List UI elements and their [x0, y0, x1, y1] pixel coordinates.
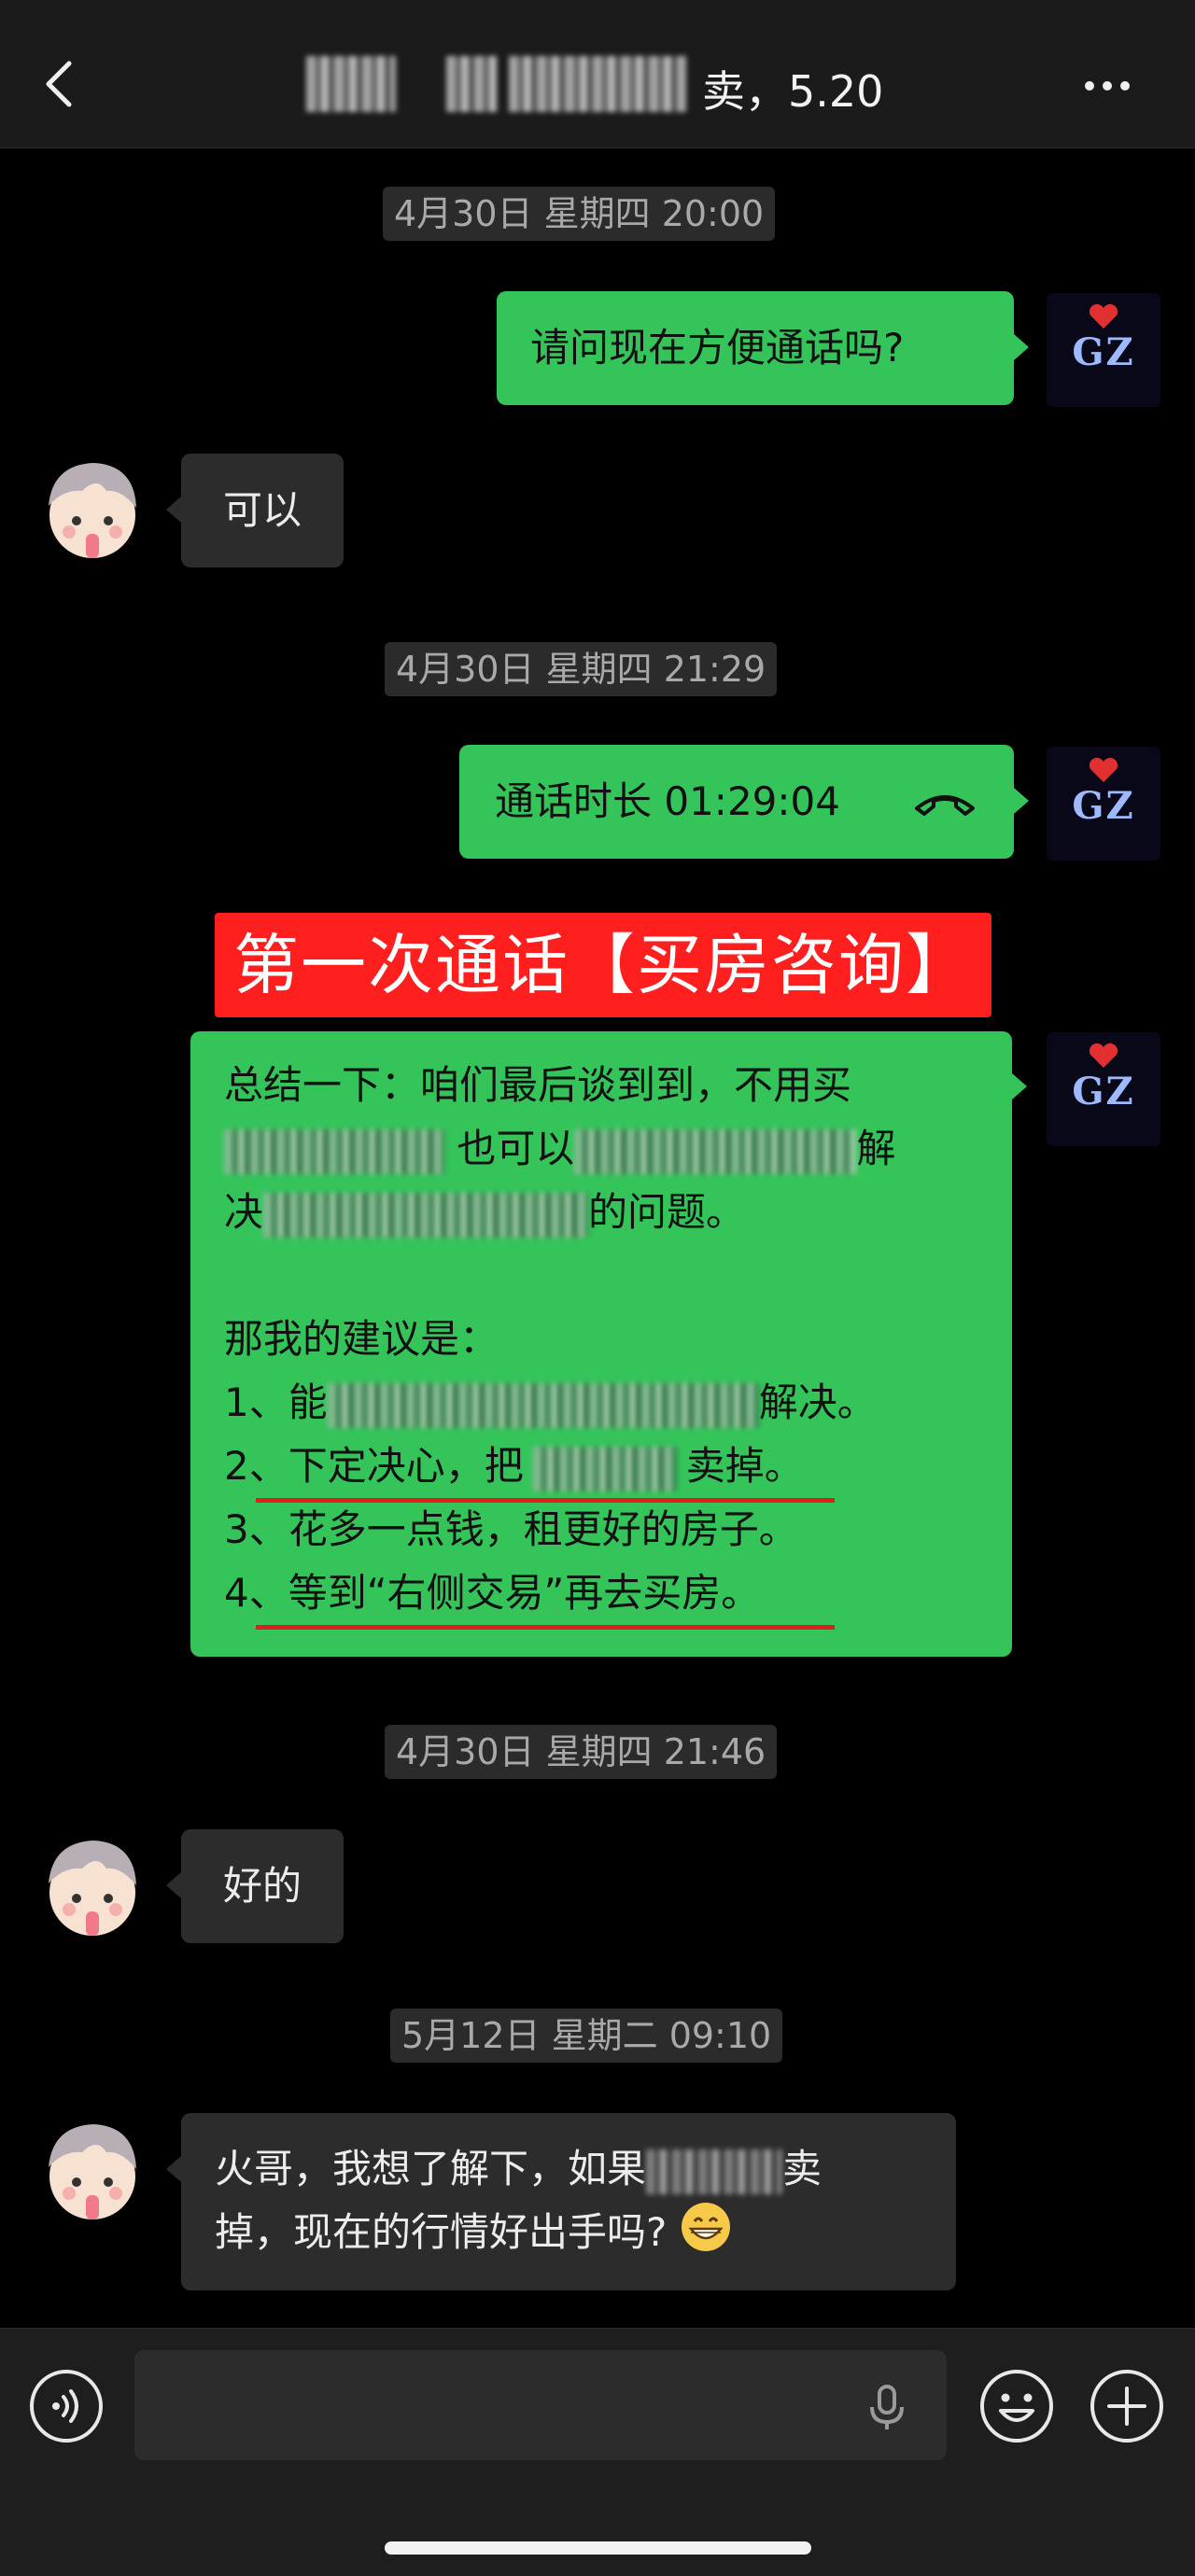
- timestamp: 5月12日 星期二 09:10: [390, 2009, 783, 2063]
- avatar-me[interactable]: GZ: [1047, 293, 1160, 407]
- summary-line: 2、下定决心，把 卖掉。: [224, 1435, 804, 1498]
- redacted-text: [646, 2149, 783, 2194]
- summary-message-bubble[interactable]: 总结一下：咱们最后谈到到，不用买 也可以解 决的问题。 那我的建议是： 1、能解…: [190, 1031, 1012, 1657]
- grin-emoji-icon: [681, 2203, 730, 2251]
- message-bubble-sent[interactable]: 请问现在方便通话吗?: [497, 291, 1014, 405]
- summary-line: 那我的建议是：: [224, 1316, 499, 1362]
- redacted-title-part: [306, 56, 396, 112]
- call-record-bubble[interactable]: 通话时长 01:29:04: [459, 745, 1014, 859]
- timestamp: 4月30日 星期四 21:29: [385, 642, 778, 696]
- avatar-me[interactable]: GZ: [1047, 747, 1160, 861]
- message-text: 好的: [222, 1863, 302, 1909]
- timestamp: 4月30日 星期四 20:00: [383, 187, 776, 241]
- message-input[interactable]: [134, 2350, 947, 2460]
- redacted-text: [224, 1128, 444, 1174]
- redacted-text: [263, 1192, 589, 1238]
- redacted-text: [327, 1382, 759, 1428]
- message-text: 掉，现在的行情好出手吗?: [215, 2201, 732, 2264]
- call-duration: 通话时长 01:29:04: [495, 778, 840, 824]
- emoji-icon[interactable]: [978, 2368, 1055, 2444]
- redacted-title-part: [509, 56, 686, 112]
- call-icon: [915, 795, 975, 816]
- voice-icon[interactable]: [28, 2368, 105, 2444]
- bubble-tail: [1012, 1073, 1027, 1099]
- redacted-text: [532, 1446, 677, 1491]
- bubble-tail: [166, 497, 181, 523]
- plus-icon[interactable]: [1089, 2368, 1165, 2444]
- timestamp: 4月30日 星期四 21:46: [385, 1725, 778, 1779]
- message-bubble-received[interactable]: 可以: [181, 454, 344, 567]
- summary-line: 也可以解: [224, 1117, 895, 1181]
- summary-line: 3、花多一点钱，租更好的房子。: [224, 1506, 798, 1552]
- message-bubble-received[interactable]: 好的: [181, 1829, 344, 1943]
- bubble-tail: [1014, 788, 1029, 814]
- back-icon[interactable]: [37, 56, 84, 112]
- summary-line: 1、能 解决。: [224, 1371, 877, 1435]
- red-underline: [256, 1625, 835, 1630]
- message-bubble-received[interactable]: 火哥，我想了解下，如果卖 掉，现在的行情好出手吗?: [181, 2113, 956, 2290]
- bubble-tail: [166, 2156, 181, 2182]
- heart-icon: [1089, 1043, 1118, 1068]
- message-text: 可以: [222, 487, 302, 533]
- bubble-tail: [1014, 334, 1029, 360]
- heart-icon: [1089, 303, 1118, 329]
- redacted-title-part: [446, 56, 497, 112]
- summary-line: 4、等到“右侧交易”再去买房。: [224, 1570, 761, 1616]
- avatar-other[interactable]: [32, 448, 153, 569]
- avatar-other[interactable]: [32, 1826, 153, 1947]
- message-text: 火哥，我想了解下，如果卖: [215, 2137, 822, 2201]
- bubble-tail: [166, 1872, 181, 1898]
- annotation-banner: 第一次通话【买房咨询】: [215, 913, 991, 1017]
- mic-icon[interactable]: [861, 2381, 913, 2433]
- summary-line: 决的问题。: [224, 1181, 745, 1244]
- summary-line: 总结一下：咱们最后谈到到，不用买: [224, 1062, 852, 1108]
- message-text: 请问现在方便通话吗?: [530, 325, 905, 371]
- avatar-other[interactable]: [32, 2109, 153, 2231]
- redacted-text: [574, 1128, 857, 1174]
- avatar-me[interactable]: GZ: [1047, 1032, 1160, 1146]
- chat-title: 卖，5.20: [702, 66, 884, 117]
- heart-icon: [1089, 757, 1118, 782]
- more-icon[interactable]: [1085, 77, 1141, 91]
- home-indicator[interactable]: [385, 2541, 811, 2555]
